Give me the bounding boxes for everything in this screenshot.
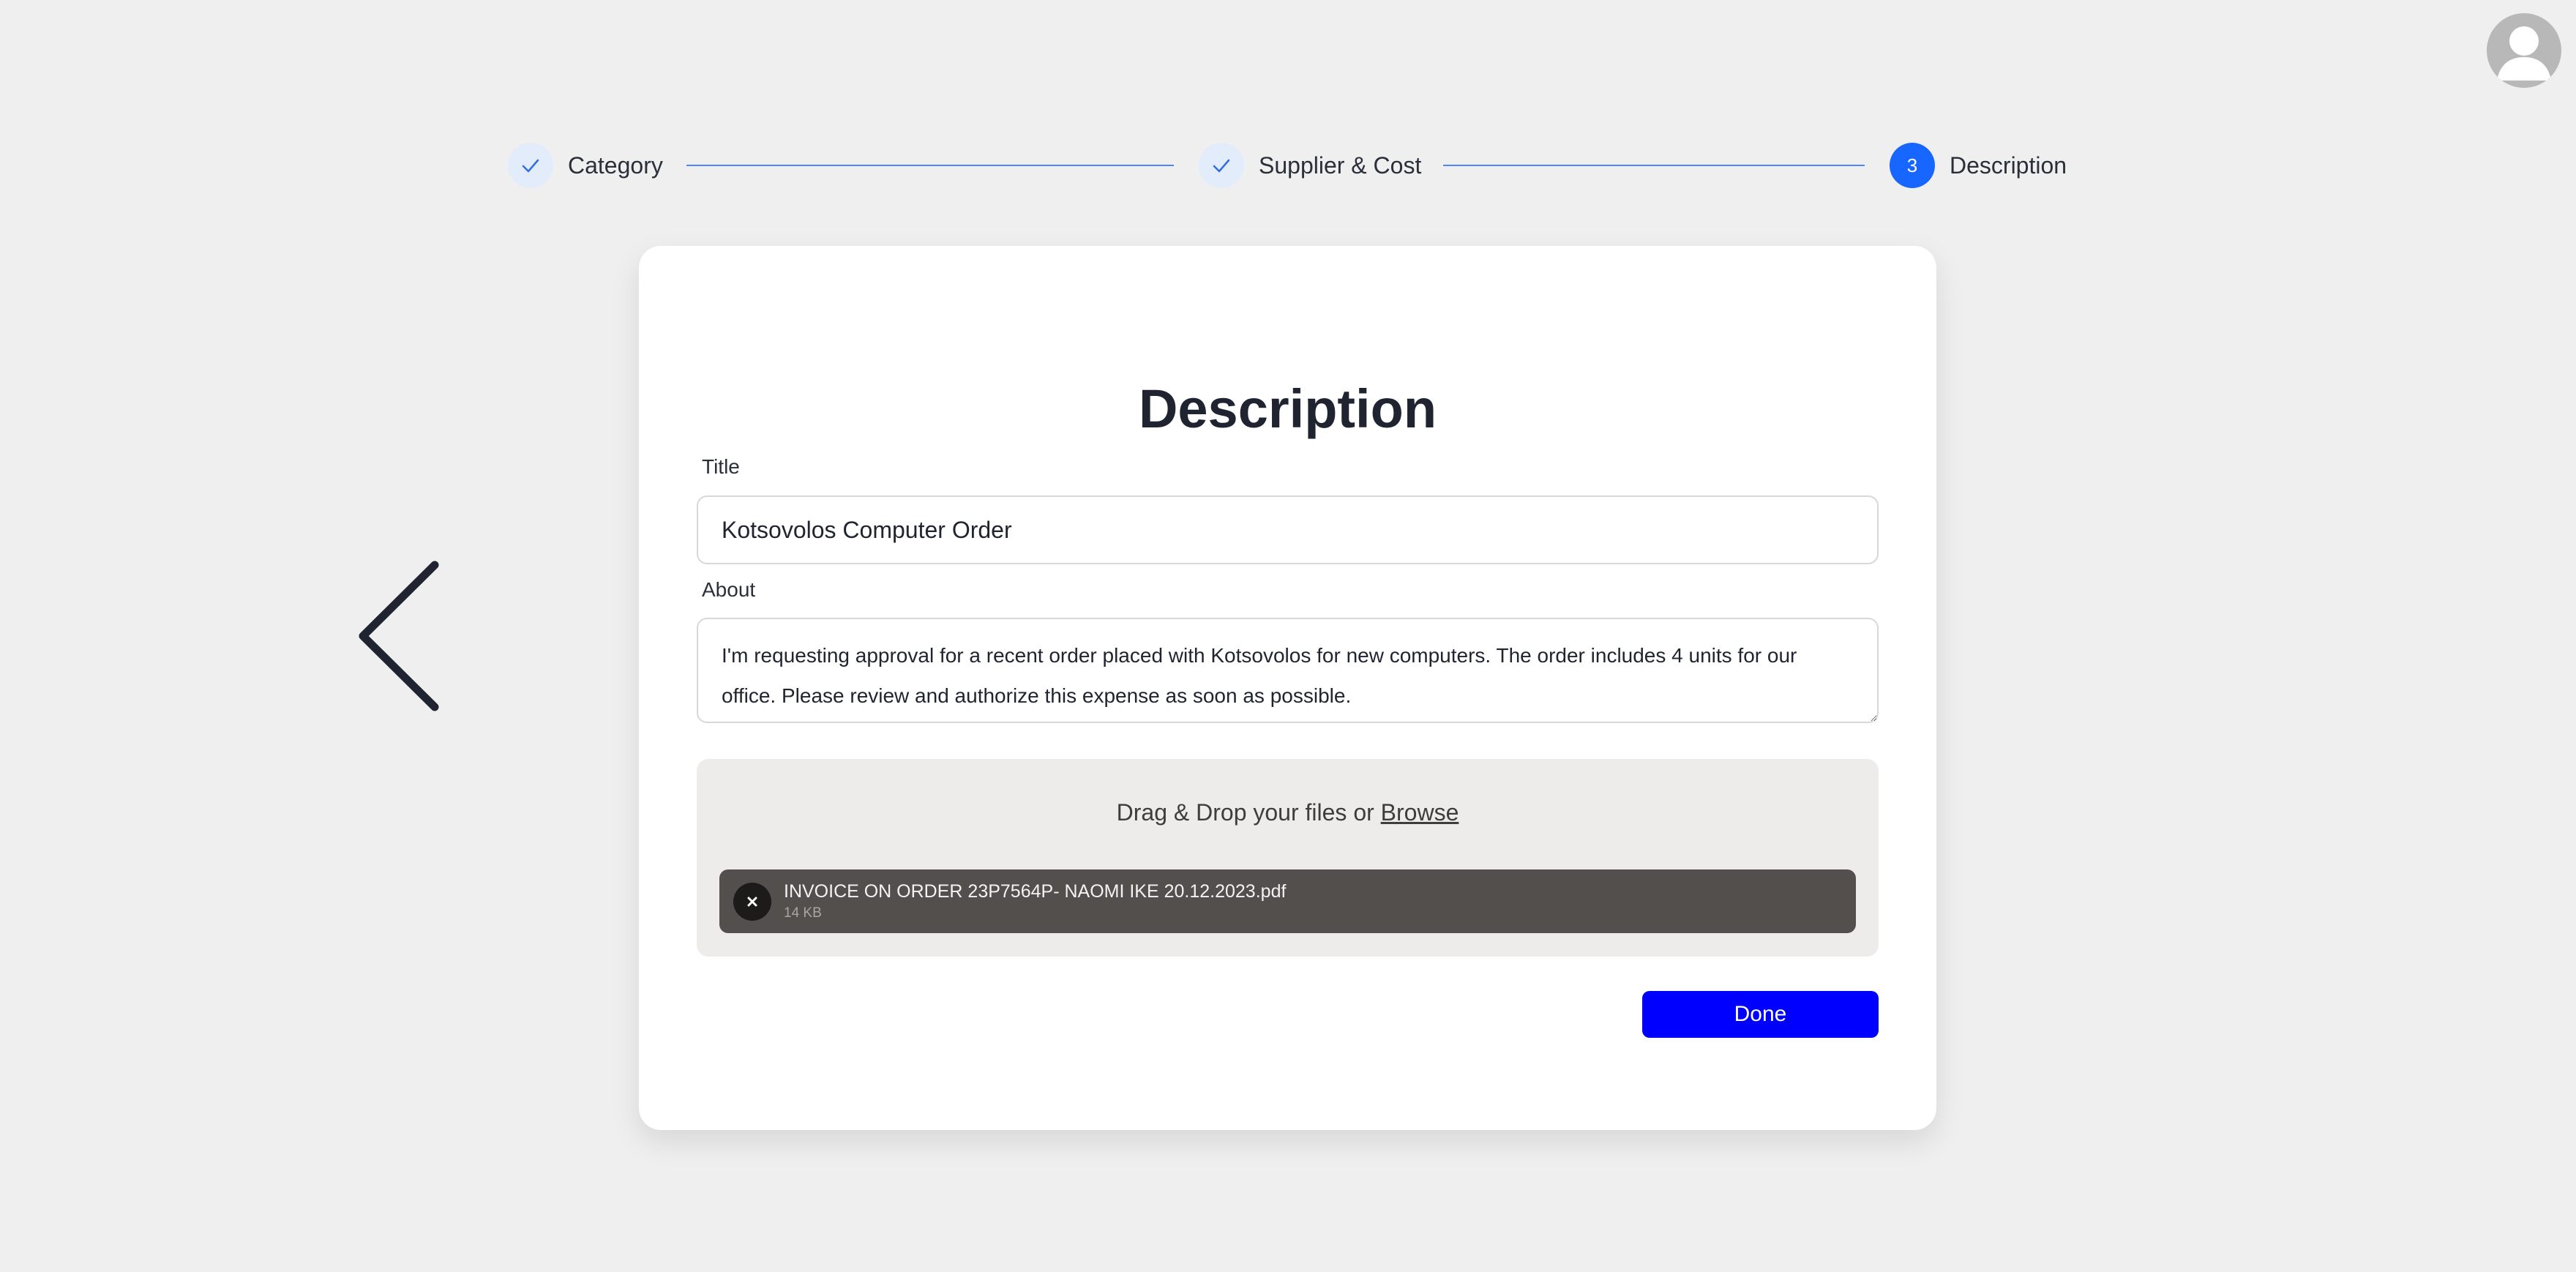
check-icon [1213,159,1230,173]
step-category-status [508,143,553,188]
progress-stepper: Category Supplier & Cost 3 Description [508,142,2071,189]
step-description-label: Description [1950,151,2067,179]
about-label: About [702,578,756,601]
close-icon [747,897,757,907]
file-name: INVOICE ON ORDER 23P7564P- NAOMI IKE 20.… [784,881,1287,902]
step-supplier-cost-label: Supplier & Cost [1259,151,1422,179]
title-input[interactable] [697,495,1879,564]
user-icon [2497,26,2551,81]
remove-file-button[interactable] [733,883,771,921]
description-card: Description Title About I'm requesting a… [639,246,1936,1130]
about-textarea[interactable]: I'm requesting approval for a recent ord… [697,618,1879,723]
title-label: Title [702,455,740,478]
uploaded-file: INVOICE ON ORDER 23P7564P- NAOMI IKE 20.… [719,869,1856,933]
check-icon [522,159,539,173]
browse-link[interactable]: Browse [1381,799,1459,826]
step-category[interactable]: Category [508,142,663,189]
step-description-number: 3 [1890,143,1935,188]
avatar[interactable] [2487,13,2561,88]
file-size: 14 KB [784,905,822,921]
step-supplier-cost[interactable]: Supplier & Cost [1199,142,1421,189]
step-connector-1 [686,165,1174,166]
done-button[interactable]: Done [1642,991,1879,1038]
step-category-label: Category [568,151,663,179]
page-title: Description [1138,378,1437,439]
dropzone-prompt: Drag & Drop your files or Browse [697,799,1879,826]
file-dropzone[interactable]: Drag & Drop your files or Browse INVOICE… [697,759,1879,957]
chevron-left-icon[interactable] [354,558,445,714]
dropzone-text: Drag & Drop your files or [1116,799,1374,826]
step-description[interactable]: 3 Description [1890,142,2067,189]
step-supplier-cost-status [1199,143,1244,188]
step-connector-2 [1443,165,1865,166]
